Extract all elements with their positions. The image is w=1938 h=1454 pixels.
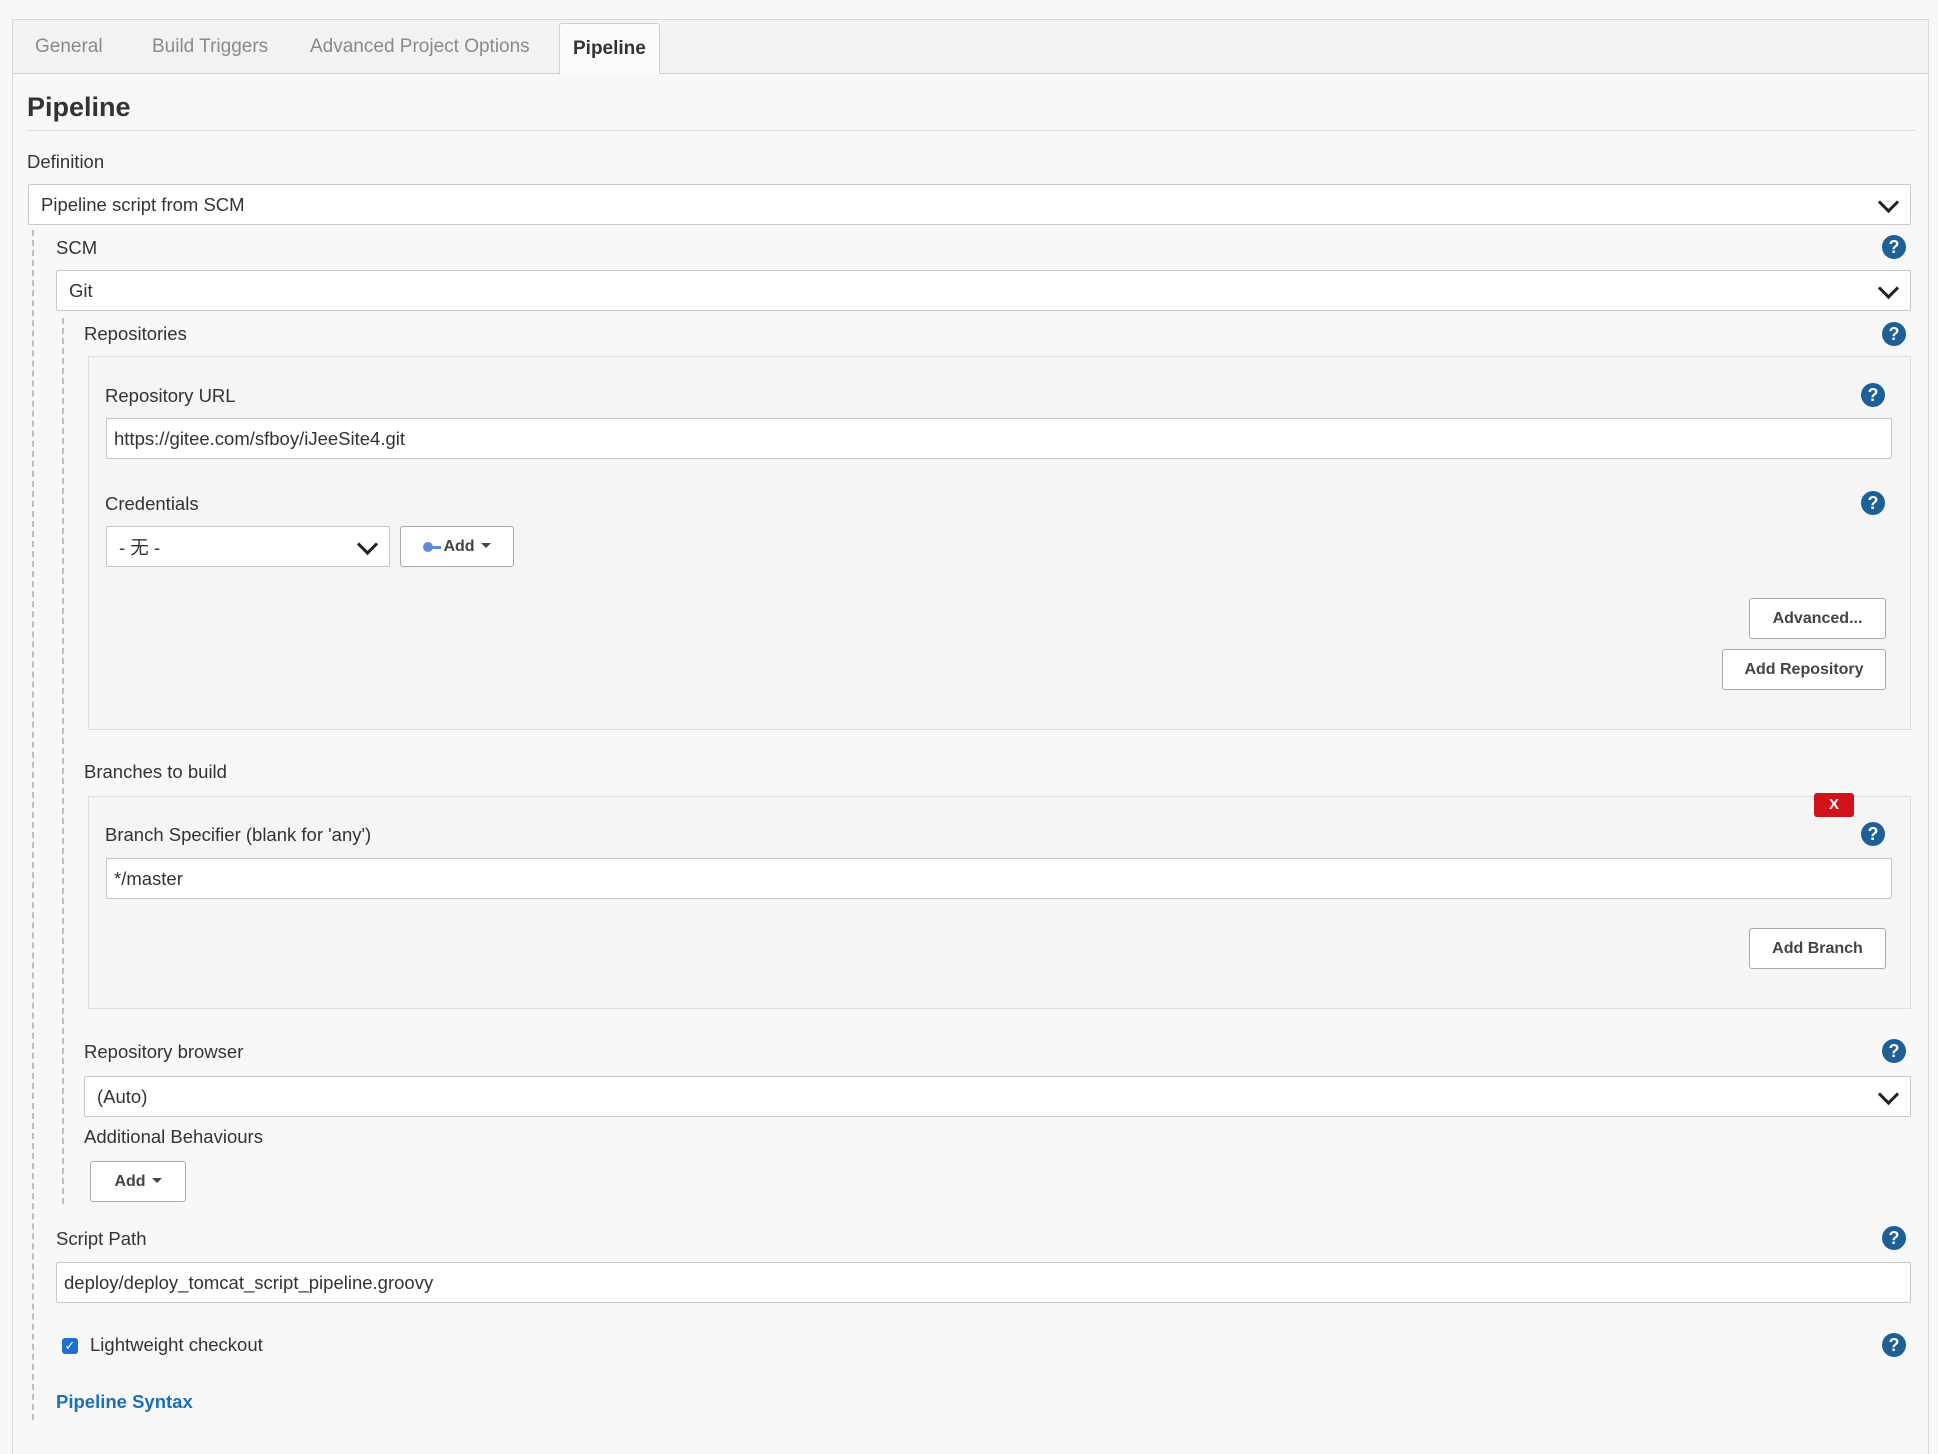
chevron-down-icon <box>1877 191 1900 213</box>
branch-specifier-input[interactable]: */master <box>106 858 1892 899</box>
lightweight-checkout-label: Lightweight checkout <box>90 1334 263 1355</box>
repository-url-input[interactable]: https://gitee.com/sfboy/iJeeSite4.git <box>106 418 1892 459</box>
lightweight-checkout-checkbox[interactable]: ✓ <box>62 1338 78 1354</box>
scm-help-icon[interactable]: ? <box>1882 235 1906 259</box>
repository-url-help-icon[interactable]: ? <box>1861 383 1885 407</box>
page-title: Pipeline <box>27 92 131 122</box>
credentials-add-label: Add <box>443 537 475 555</box>
scm-label: SCM <box>56 237 98 258</box>
lightweight-checkout-help-icon[interactable]: ? <box>1882 1333 1906 1357</box>
tab-pipeline[interactable]: Pipeline <box>559 23 660 77</box>
tab-general[interactable]: General <box>35 20 103 74</box>
branch-specifier-value: */master <box>114 867 183 889</box>
branch-specifier-label: Branch Specifier (blank for 'any') <box>105 824 372 845</box>
credentials-add-button[interactable]: Add <box>400 526 514 567</box>
delete-branch-button[interactable]: X <box>1814 793 1854 817</box>
caret-down-icon <box>151 1178 162 1183</box>
chevron-down-icon <box>356 533 379 555</box>
script-path-label: Script Path <box>56 1228 147 1249</box>
scm-select[interactable]: Git <box>56 270 1911 311</box>
pipeline-syntax-link[interactable]: Pipeline Syntax <box>56 1391 193 1413</box>
credentials-select[interactable]: - 无 - <box>106 526 390 567</box>
chevron-down-icon <box>1877 1083 1900 1105</box>
tab-build-triggers[interactable]: Build Triggers <box>152 20 268 74</box>
repository-url-value: https://gitee.com/sfboy/iJeeSite4.git <box>114 427 406 449</box>
tab-bar: General Build Triggers Advanced Project … <box>12 19 1929 77</box>
repositories-label: Repositories <box>84 323 187 344</box>
definition-select-value: Pipeline script from SCM <box>41 193 245 215</box>
script-path-value: deploy/deploy_tomcat_script_pipeline.gro… <box>64 1271 434 1293</box>
definition-select[interactable]: Pipeline script from SCM <box>28 184 1911 225</box>
additional-behaviours-label: Additional Behaviours <box>84 1126 263 1147</box>
repository-browser-label: Repository browser <box>84 1041 244 1062</box>
branches-label: Branches to build <box>84 761 227 782</box>
additional-behaviours-add-button[interactable]: Add <box>90 1161 186 1202</box>
credentials-label: Credentials <box>105 493 199 514</box>
chevron-down-icon <box>1877 277 1900 299</box>
additional-behaviours-add-label: Add <box>114 1172 146 1190</box>
repositories-help-icon[interactable]: ? <box>1882 322 1906 346</box>
script-path-help-icon[interactable]: ? <box>1882 1226 1906 1250</box>
definition-nesting-guide <box>32 230 34 1420</box>
repository-browser-help-icon[interactable]: ? <box>1882 1039 1906 1063</box>
credentials-help-icon[interactable]: ? <box>1861 491 1885 515</box>
add-repository-button[interactable]: Add Repository <box>1722 649 1886 690</box>
repository-url-label: Repository URL <box>105 385 236 406</box>
script-path-input[interactable]: deploy/deploy_tomcat_script_pipeline.gro… <box>56 1262 1911 1303</box>
scm-nesting-guide <box>62 318 64 1204</box>
repository-browser-select[interactable]: (Auto) <box>84 1076 1911 1117</box>
repository-browser-value: (Auto) <box>97 1085 148 1107</box>
definition-label: Definition <box>27 151 105 172</box>
branch-specifier-help-icon[interactable]: ? <box>1861 822 1885 846</box>
key-icon <box>423 541 442 552</box>
add-branch-button[interactable]: Add Branch <box>1749 928 1886 969</box>
advanced-button[interactable]: Advanced... <box>1749 598 1886 639</box>
scm-select-value: Git <box>69 279 93 301</box>
title-divider <box>27 130 1916 131</box>
caret-down-icon <box>480 543 491 548</box>
credentials-select-value: - 无 - <box>119 536 161 558</box>
tab-advanced-project-options[interactable]: Advanced Project Options <box>310 20 530 74</box>
